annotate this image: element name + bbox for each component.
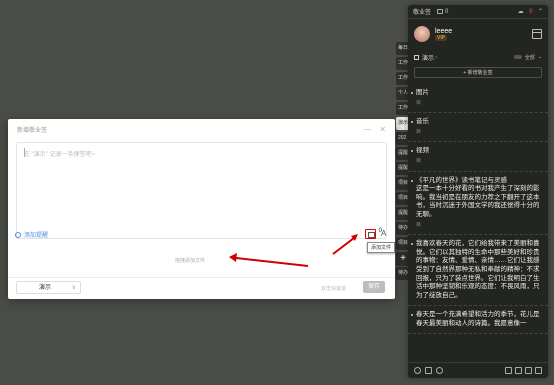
- minimize-icon[interactable]: —: [363, 125, 371, 134]
- note-editor[interactable]: 在 "演示" 记录一条便签吧~ 0: [16, 142, 387, 239]
- search-icon[interactable]: [436, 367, 443, 374]
- new-note-dialog: 新增敬业签 — ✕ 在 "演示" 记录一条便签吧~ 0 添加提醒 A 添加文件 …: [8, 119, 396, 299]
- note-text: 我喜欢春天的花，它们给我带来了美丽和喜悦。它们以其独特的生命中那些美好和珍贵的事…: [416, 240, 540, 299]
- sync-icon[interactable]: ☁: [518, 8, 524, 15]
- notes-list: 图片目音乐目视频目《平凡的世界》读书笔记与灵感 这是一本十分好看的书对我产生了深…: [408, 84, 548, 335]
- list-select-value: 演示: [39, 285, 52, 291]
- note-item[interactable]: 春天是一个充满希望和活力的季节，花儿是春天最美丽和动人的诗篇。我愿意像一: [408, 306, 548, 335]
- note-item[interactable]: 音乐目: [408, 113, 548, 143]
- text-format-icon[interactable]: A: [381, 229, 386, 238]
- toggle-switch[interactable]: [513, 55, 522, 59]
- app-title: 敬业签: [413, 10, 432, 16]
- dialog-footer: 演示 ∨ 双击快速退 保存: [8, 277, 395, 299]
- calendar-icon[interactable]: [532, 29, 542, 39]
- note-text: 视频: [416, 147, 429, 155]
- bullet-icon: [411, 179, 413, 182]
- tooltip: 添加文件: [367, 242, 396, 253]
- bullet-icon: [411, 243, 413, 246]
- avatar[interactable]: [414, 26, 430, 42]
- note-item[interactable]: 视频目: [408, 142, 548, 172]
- image-icon[interactable]: [515, 367, 522, 374]
- new-note-button[interactable]: + 新增敬业签: [414, 67, 542, 78]
- add-icon[interactable]: [505, 367, 512, 374]
- panel-bottombar: [408, 362, 548, 378]
- bullet-icon: [411, 150, 413, 153]
- note-item[interactable]: 我喜欢春天的花，它们给我带来了美丽和喜悦。它们以其独特的生命中那些美好和珍贵的事…: [408, 235, 548, 307]
- bullet-icon: [411, 121, 413, 124]
- bullet-icon: [411, 92, 413, 94]
- tab-count-icon: [437, 9, 444, 14]
- list-name: 演示: [422, 55, 435, 62]
- note-text: 图片: [416, 89, 429, 96]
- tab-count: 0: [445, 8, 449, 15]
- note-meta: 目: [416, 99, 422, 106]
- panel-topbar: 敬业签 0 ☁ ⚲ ⌃: [408, 5, 548, 19]
- calendar-small-icon[interactable]: [425, 367, 432, 374]
- add-reminder-label: 添加提醒: [24, 233, 49, 239]
- attach-file-icon[interactable]: [365, 229, 376, 239]
- dialog-title: 新增敬业签: [17, 128, 48, 134]
- list-count: 7: [435, 54, 438, 60]
- dialog-header: 新增敬业签 — ✕: [8, 119, 395, 140]
- more-icon[interactable]: [535, 367, 542, 374]
- note-meta: 目: [416, 157, 422, 164]
- collapse-icon[interactable]: ⌃: [538, 8, 543, 15]
- vip-badge: VIP: [435, 34, 448, 41]
- note-text: 春天是一个充满希望和活力的季节，花儿是春天最美丽和动人的诗篇。我愿意像一: [416, 311, 540, 327]
- note-item[interactable]: 《平凡的世界》读书笔记与灵感 这是一本十分好看的书对我产生了深刻的影响。我当初是…: [408, 172, 548, 236]
- chevron-down-icon: ∨: [71, 285, 76, 291]
- user-bar: leeee VIP: [408, 19, 548, 49]
- clock-icon: [15, 231, 21, 238]
- username: leeee: [435, 27, 453, 35]
- note-text: 音乐: [416, 118, 429, 126]
- grid-icon[interactable]: [525, 367, 532, 374]
- footer-hint: 双击快速退: [321, 286, 347, 292]
- clock-icon[interactable]: [414, 367, 421, 374]
- side-panel: 敬业签 0 ☁ ⚲ ⌃ leeee VIP 演示 7 全部 ⌄ + 新增敬业签 …: [408, 5, 548, 378]
- close-icon[interactable]: ✕: [379, 125, 386, 134]
- list-select[interactable]: 演示 ∨: [16, 281, 81, 294]
- list-header: 演示 7 全部 ⌄: [408, 51, 548, 63]
- note-meta: 目: [416, 128, 422, 135]
- filter-dropdown[interactable]: 全部: [525, 54, 535, 61]
- list-icon: [414, 54, 419, 60]
- note-item[interactable]: 图片目: [408, 84, 548, 114]
- drop-file-hint[interactable]: 拖拽添加文件: [175, 257, 205, 264]
- pin-icon[interactable]: ⚲: [529, 8, 533, 15]
- note-text: 《平凡的世界》读书笔记与灵感 这是一本十分好看的书对我产生了深刻的影响。我当初是…: [416, 176, 540, 218]
- save-button[interactable]: 保存: [363, 281, 385, 293]
- add-reminder-link[interactable]: 添加提醒: [15, 230, 48, 239]
- bullet-icon: [411, 314, 413, 317]
- chevron-down-icon[interactable]: ⌄: [538, 54, 542, 60]
- editor-placeholder: 在 "演示" 记录一条便签吧~: [24, 152, 96, 158]
- note-meta: 目: [416, 221, 422, 228]
